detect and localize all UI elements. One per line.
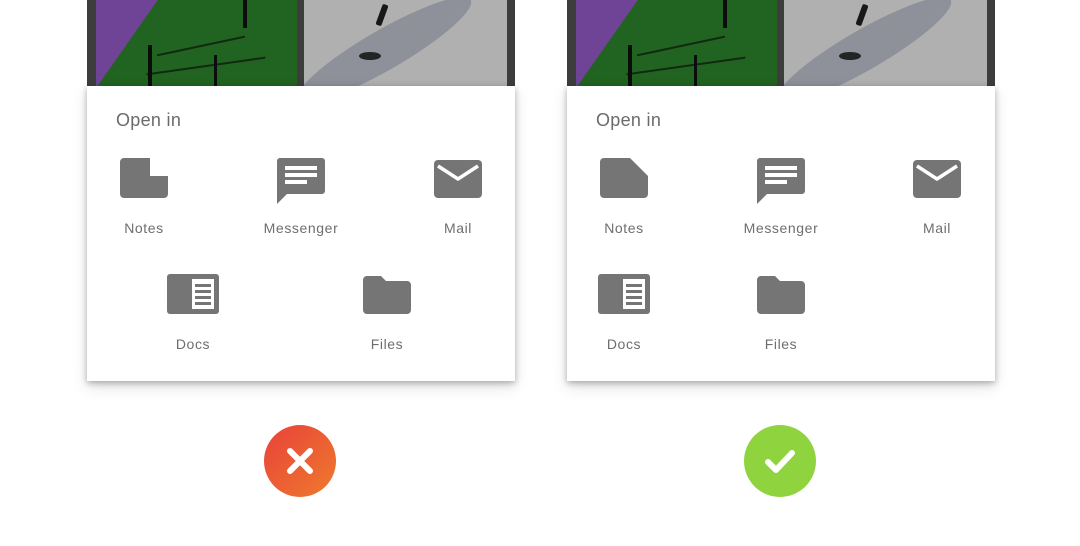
docs-icon: [138, 274, 248, 326]
photo-grid: [87, 0, 515, 86]
photo-thumbnail-skier[interactable]: [304, 0, 507, 86]
app-label: Docs: [606, 336, 642, 352]
app-label: Docs: [175, 336, 211, 352]
app-label: Files: [764, 336, 798, 352]
app-notes[interactable]: Notes: [569, 158, 679, 236]
folder-icon: [726, 274, 836, 326]
phone-example-incorrect: Open in Notes Messenger Mail Docs Files: [87, 0, 515, 381]
open-in-bottom-sheet: Open in Notes Messenger Mail Docs Files: [87, 86, 515, 381]
mail-icon: [403, 158, 513, 210]
app-docs[interactable]: Docs: [138, 274, 248, 352]
message-icon: [246, 158, 356, 210]
app-label: Files: [370, 336, 404, 352]
mail-icon: [882, 158, 992, 210]
app-files[interactable]: Files: [332, 274, 442, 352]
photo-thumbnail-field[interactable]: [96, 0, 297, 86]
app-label: Messenger: [263, 220, 339, 236]
folder-icon: [332, 274, 442, 326]
app-docs[interactable]: Docs: [569, 274, 679, 352]
sheet-title: Open in: [596, 110, 662, 130]
photo-thumbnail-field[interactable]: [576, 0, 777, 86]
check-icon: [765, 450, 795, 473]
x-icon: [287, 448, 313, 474]
app-messenger[interactable]: Messenger: [726, 158, 836, 236]
message-icon: [726, 158, 836, 210]
correct-badge: [744, 425, 816, 497]
app-label: Notes: [124, 220, 164, 236]
app-label: Notes: [604, 220, 644, 236]
app-mail[interactable]: Mail: [882, 158, 992, 236]
app-notes[interactable]: Notes: [89, 158, 199, 236]
note-icon: [569, 158, 679, 210]
note-icon: [89, 158, 199, 210]
photo-thumbnail-skier[interactable]: [784, 0, 987, 86]
app-files[interactable]: Files: [726, 274, 836, 352]
incorrect-badge: [264, 425, 336, 497]
open-in-bottom-sheet: Open in Notes Messenger Mail Docs Files: [567, 86, 995, 381]
app-messenger[interactable]: Messenger: [246, 158, 356, 236]
sheet-title: Open in: [116, 110, 182, 130]
app-mail[interactable]: Mail: [403, 158, 513, 236]
app-label: Mail: [922, 220, 952, 236]
photo-grid: [567, 0, 995, 86]
app-label: Mail: [443, 220, 473, 236]
app-label: Messenger: [743, 220, 819, 236]
phone-example-correct: Open in Notes Messenger Mail Docs Files: [567, 0, 995, 381]
docs-icon: [569, 274, 679, 326]
